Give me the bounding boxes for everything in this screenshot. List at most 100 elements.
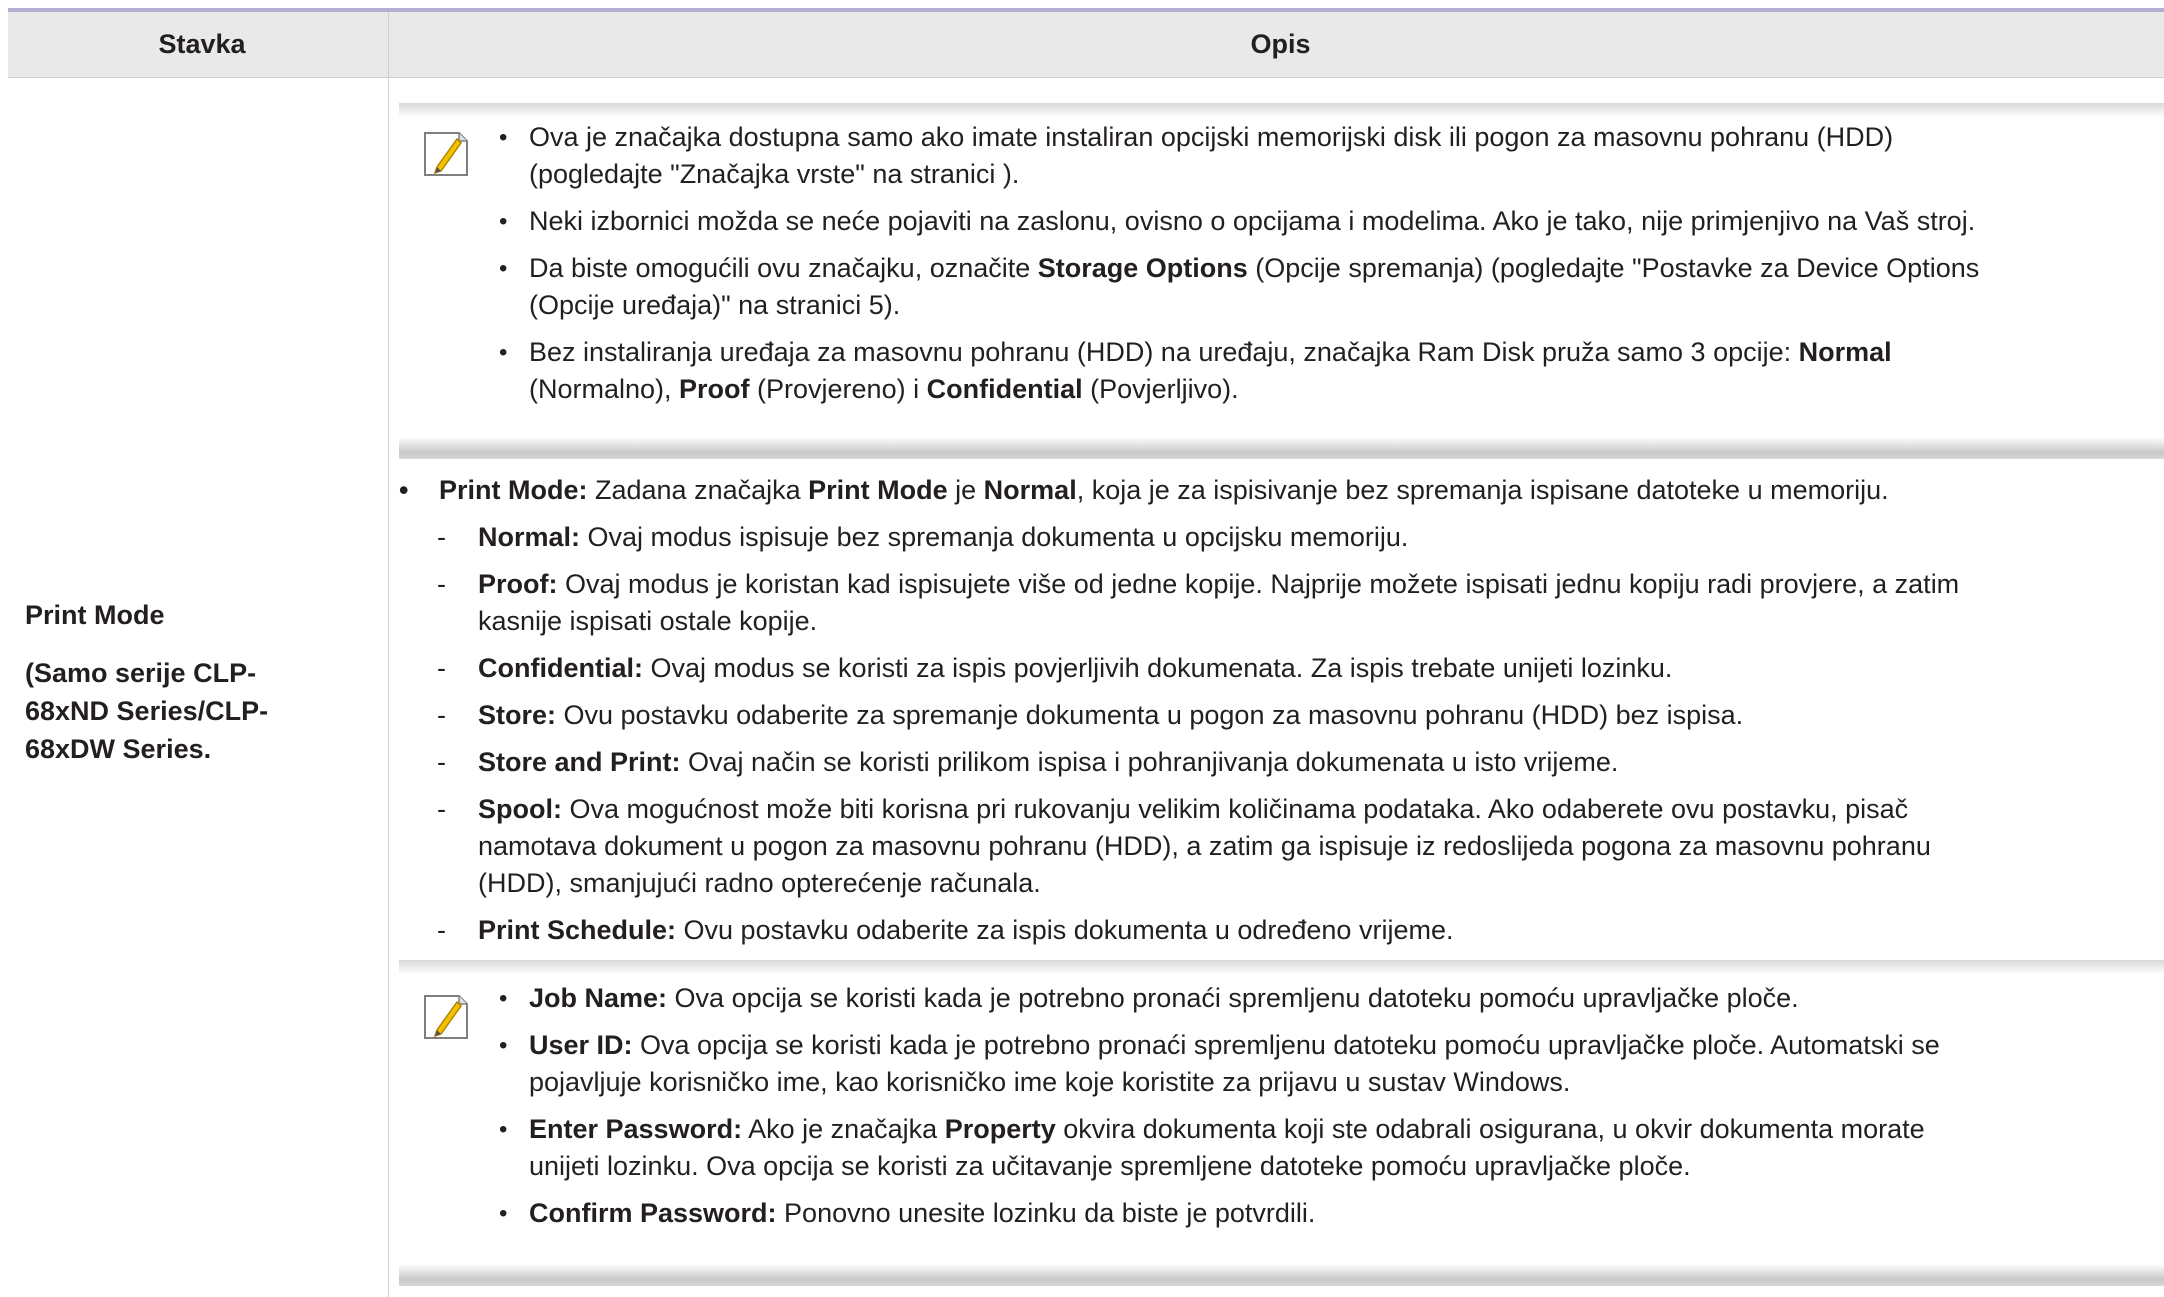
note-bold: Property bbox=[944, 1114, 1056, 1144]
note-shade-top bbox=[399, 103, 2164, 117]
mode-text: Ovu postavku odaberite za ispis dokument… bbox=[676, 915, 1454, 945]
note-item: • Job Name: Ova opcija se koristi kada j… bbox=[499, 980, 2159, 1017]
note-line: Ova je značajka dostupna samo ako imate … bbox=[529, 122, 1894, 152]
note-text: (Provjereno) i bbox=[749, 374, 927, 404]
item-subtitle-line: 68xND Series/CLP- bbox=[25, 696, 269, 726]
mode-text: kasnije ispisati ostale kopije. bbox=[478, 606, 818, 636]
mode-item-spool: - Spool: Ova mogućnost može biti korisna… bbox=[399, 791, 2159, 902]
note-box-job-options: • Job Name: Ova opcija se koristi kada j… bbox=[399, 960, 2164, 1286]
note-pencil-icon bbox=[419, 127, 473, 181]
summary-bold: Print Mode bbox=[808, 475, 948, 505]
print-mode-summary: • Print Mode: Zadana značajka Print Mode… bbox=[399, 472, 2159, 509]
note-bold: Proof bbox=[679, 374, 750, 404]
mode-label: Print Schedule: bbox=[478, 915, 677, 945]
table-header: Stavka Opis bbox=[8, 12, 2164, 78]
bullet-icon: • bbox=[499, 208, 508, 235]
note-pencil-icon bbox=[419, 990, 473, 1044]
note-label: User ID: bbox=[529, 1030, 633, 1060]
dash-icon: - bbox=[437, 794, 446, 824]
note-item: • Da biste omogućili ovu značajku, označ… bbox=[499, 250, 2159, 324]
summary-text: , koja je za ispisivanje bez spremanja i… bbox=[1076, 475, 1889, 505]
mode-label: Store: bbox=[478, 700, 557, 730]
mode-item-confidential: - Confidential: Ovaj modus se koristi za… bbox=[399, 650, 2159, 687]
mode-label: Normal: bbox=[478, 522, 581, 552]
note-text: Da biste omogućili ovu značajku, označit… bbox=[529, 253, 1038, 283]
note-shade-bottom bbox=[399, 437, 2164, 459]
note-text: Bez instaliranja uređaja za masovnu pohr… bbox=[529, 337, 1799, 367]
note-item: • User ID: Ova opcija se koristi kada je… bbox=[499, 1027, 2159, 1101]
note-item: • Bez instaliranja uređaja za masovnu po… bbox=[499, 334, 2159, 408]
note-text: okvira dokumenta koji ste odabrali osigu… bbox=[1055, 1114, 1925, 1144]
bullet-icon: • bbox=[499, 985, 508, 1012]
mode-item-store: - Store: Ovu postavku odaberite za sprem… bbox=[399, 697, 2159, 734]
dash-icon: - bbox=[437, 653, 446, 683]
print-mode-description: • Print Mode: Zadana značajka Print Mode… bbox=[399, 472, 2159, 949]
dash-icon: - bbox=[437, 522, 446, 552]
note-item: • Enter Password: Ako je značajka Proper… bbox=[499, 1111, 2159, 1185]
mode-text: Ovu postavku odaberite za spremanje doku… bbox=[556, 700, 1744, 730]
note-text: pojavljuje korisničko ime, kao korisničk… bbox=[529, 1067, 1571, 1097]
note-item: • Ova je značajka dostupna samo ako imat… bbox=[499, 119, 2159, 193]
item-name-cell: Print Mode (Samo serije CLP- 68xND Serie… bbox=[25, 596, 365, 768]
note-text: (Povjerljivo). bbox=[1082, 374, 1239, 404]
note-text: Ako je značajka bbox=[742, 1114, 945, 1144]
column-divider bbox=[388, 12, 389, 1297]
mode-label: Spool: bbox=[478, 794, 562, 824]
mode-text: namotava dokument u pogon za masovnu poh… bbox=[478, 831, 1931, 861]
note-text: Ova opcija se koristi kada je potrebno p… bbox=[667, 983, 1799, 1013]
summary-text: je bbox=[947, 475, 984, 505]
mode-text: Ovaj način se koristi prilikom ispisa i … bbox=[680, 747, 1619, 777]
note-label: Job Name: bbox=[529, 983, 668, 1013]
note-text: Ova opcija se koristi kada je potrebno p… bbox=[632, 1030, 1940, 1060]
dash-icon: - bbox=[437, 569, 446, 599]
note-bold: Storage Options bbox=[1037, 253, 1248, 283]
bullet-icon: • bbox=[499, 1116, 508, 1143]
bullet-icon: • bbox=[499, 1200, 508, 1227]
summary-text: Zadana značajka bbox=[587, 475, 809, 505]
mode-item-store-and-print: - Store and Print: Ovaj način se koristi… bbox=[399, 744, 2159, 781]
note-text: (Normalno), bbox=[529, 374, 680, 404]
header-opis: Opis bbox=[1250, 29, 1311, 59]
item-title: Print Mode bbox=[25, 600, 165, 630]
note-shade-top bbox=[399, 960, 2164, 974]
mode-label: Store and Print: bbox=[478, 747, 681, 777]
mode-text: (HDD), smanjujući radno opterećenje raču… bbox=[478, 868, 1041, 898]
note-item: • Confirm Password: Ponovno unesite lozi… bbox=[499, 1195, 2159, 1232]
note-list: • Job Name: Ova opcija se koristi kada j… bbox=[499, 980, 2159, 1232]
note-label: Confirm Password: bbox=[529, 1198, 777, 1228]
mode-text: Ova mogućnost može biti korisna pri ruko… bbox=[561, 794, 1909, 824]
item-subtitle-line: (Samo serije CLP- bbox=[25, 658, 257, 688]
header-stavka: Stavka bbox=[158, 29, 246, 59]
note-line: Neki izbornici možda se neće pojaviti na… bbox=[529, 206, 1976, 236]
mode-item-print-schedule: - Print Schedule: Ovu postavku odaberite… bbox=[399, 912, 2159, 949]
note-list: • Ova je značajka dostupna samo ako imat… bbox=[499, 119, 2159, 408]
note-shade-bottom bbox=[399, 1264, 2164, 1286]
mode-item-proof: - Proof: Ovaj modus je koristan kad ispi… bbox=[399, 566, 2159, 640]
dash-icon: - bbox=[437, 915, 446, 945]
note-item: • Neki izbornici možda se neće pojaviti … bbox=[499, 203, 2159, 240]
mode-text: Ovaj modus ispisuje bez spremanja dokume… bbox=[580, 522, 1409, 552]
bullet-icon: • bbox=[499, 255, 508, 282]
note-line: (pogledajte "Značajka vrste" na stranici… bbox=[529, 159, 1020, 189]
mode-label: Proof: bbox=[478, 569, 558, 599]
note-bold: Normal bbox=[1798, 337, 1892, 367]
summary-bold: Normal bbox=[983, 475, 1077, 505]
bullet-icon: • bbox=[499, 124, 508, 151]
note-text: (Opcije spremanja) (pogledajte "Postavke… bbox=[1247, 253, 1980, 283]
item-subtitle-line: 68xDW Series. bbox=[25, 734, 212, 764]
dash-icon: - bbox=[437, 747, 446, 777]
bullet-icon: • bbox=[499, 339, 508, 366]
note-text: unijeti lozinku. Ova opcija se koristi z… bbox=[529, 1151, 1691, 1181]
note-label: Enter Password: bbox=[529, 1114, 743, 1144]
mode-text: Ovaj modus je koristan kad ispisujete vi… bbox=[557, 569, 1960, 599]
bullet-icon: • bbox=[499, 1032, 508, 1059]
mode-text: Ovaj modus se koristi za ispis povjerlji… bbox=[642, 653, 1673, 683]
bullet-icon: • bbox=[399, 475, 409, 505]
summary-label: Print Mode: bbox=[439, 475, 588, 505]
note-box-storage: • Ova je značajka dostupna samo ako imat… bbox=[399, 103, 2164, 459]
note-line: (Opcije uređaja)" na stranici 5). bbox=[529, 290, 901, 320]
mode-item-normal: - Normal: Ovaj modus ispisuje bez sprema… bbox=[399, 519, 2159, 556]
note-text: Ponovno unesite lozinku da biste je potv… bbox=[776, 1198, 1316, 1228]
note-bold: Confidential bbox=[926, 374, 1083, 404]
mode-label: Confidential: bbox=[478, 653, 643, 683]
